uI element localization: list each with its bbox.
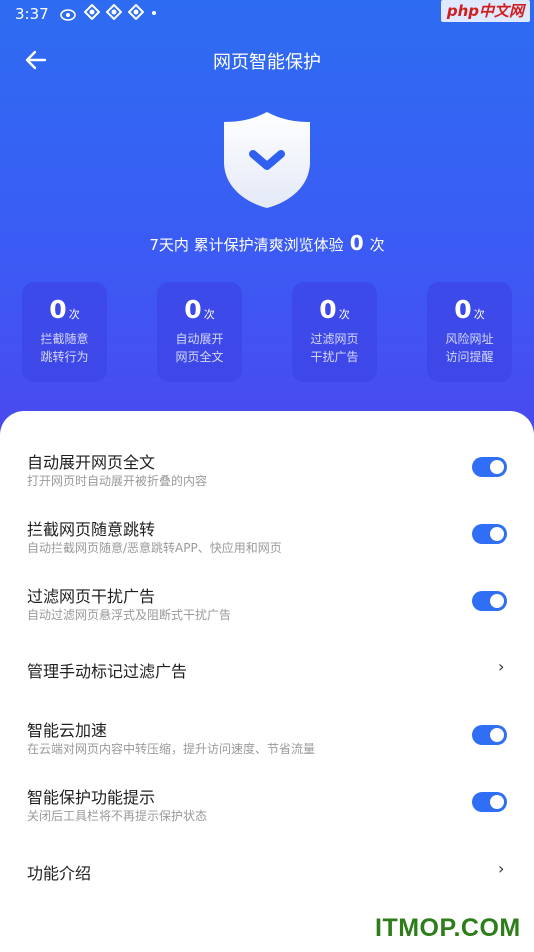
page-title: 网页智能保护 bbox=[213, 52, 321, 73]
status-time: 3:37 bbox=[15, 5, 49, 23]
app-icon bbox=[106, 4, 122, 20]
chevron-right-icon: › bbox=[498, 657, 505, 676]
setting-subtitle: 自动拦截网页随意/恶意跳转APP、快应用和网页 bbox=[27, 541, 282, 555]
stat-label: 过滤网页 bbox=[310, 332, 359, 346]
watermark-site: ITMOP.COM bbox=[375, 914, 521, 942]
stats-cards: 0次 拦截随意 跳转行为 0次 自动展开 网页全文 0次 过滤网页 干扰广告 0次 风… bbox=[22, 282, 512, 382]
protection-hint-toggle[interactable] bbox=[472, 792, 507, 812]
setting-title: 功能介绍 bbox=[27, 864, 92, 883]
setting-subtitle: 打开网页时自动展开被折叠的内容 bbox=[27, 474, 208, 488]
setting-subtitle: 在云端对网页内容中转压缩，提升访问速度、节省流量 bbox=[27, 742, 316, 756]
setting-protection-hint[interactable]: 智能保护功能提示 关闭后工具栏将不再提示保护状态 bbox=[0, 775, 534, 835]
cloud-acceleration-toggle[interactable] bbox=[472, 725, 507, 745]
stat-label: 自动展开 bbox=[175, 332, 224, 346]
app-icon bbox=[84, 4, 100, 20]
setting-manage-marked-ads[interactable]: 管理手动标记过滤广告 › bbox=[0, 638, 534, 698]
setting-title: 智能云加速 bbox=[27, 721, 108, 740]
dot-icon bbox=[152, 11, 156, 15]
setting-title: 智能保护功能提示 bbox=[27, 788, 156, 807]
stat-label: 访问提醒 bbox=[445, 350, 494, 364]
stat-value: 0 bbox=[184, 295, 202, 324]
setting-title: 管理手动标记过滤广告 bbox=[27, 662, 188, 681]
toggle-knob bbox=[490, 728, 504, 742]
setting-title: 过滤网页干扰广告 bbox=[27, 587, 156, 606]
block-redirect-toggle[interactable] bbox=[472, 524, 507, 544]
watermark-logo: php中文网 bbox=[440, 0, 530, 22]
stat-value: 0 bbox=[49, 295, 67, 324]
setting-cloud-acceleration[interactable]: 智能云加速 在云端对网页内容中转压缩，提升访问速度、节省流量 bbox=[0, 708, 534, 768]
stat-label: 干扰广告 bbox=[310, 350, 359, 364]
setting-feature-intro[interactable]: 功能介绍 › bbox=[0, 840, 534, 900]
stat-card-risk-url: 0次 风险网址访问提醒 bbox=[427, 282, 512, 382]
filter-ads-toggle[interactable] bbox=[472, 591, 507, 611]
weibo-icon bbox=[60, 9, 76, 21]
app-icon bbox=[128, 4, 144, 20]
stat-value: 0 bbox=[454, 295, 472, 324]
stat-unit: 次 bbox=[203, 308, 215, 321]
toggle-knob bbox=[490, 527, 504, 541]
chevron-right-icon: › bbox=[498, 859, 505, 878]
stat-unit: 次 bbox=[68, 308, 80, 321]
stat-value: 0 bbox=[319, 295, 337, 324]
stat-label: 跳转行为 bbox=[40, 350, 89, 364]
setting-title: 自动展开网页全文 bbox=[27, 453, 156, 472]
toggle-knob bbox=[490, 594, 504, 608]
summary-suffix: 次 bbox=[369, 236, 385, 254]
setting-subtitle: 自动过滤网页悬浮式及阻断式干扰广告 bbox=[27, 608, 232, 622]
shield-check-icon bbox=[224, 112, 310, 208]
stat-label: 拦截随意 bbox=[40, 332, 89, 346]
stat-card-filter-ads: 0次 过滤网页干扰广告 bbox=[292, 282, 377, 382]
auto-expand-toggle[interactable] bbox=[472, 457, 507, 477]
setting-block-redirect[interactable]: 拦截网页随意跳转 自动拦截网页随意/恶意跳转APP、快应用和网页 bbox=[0, 507, 534, 567]
stat-label: 风险网址 bbox=[445, 332, 494, 346]
status-icons bbox=[60, 4, 158, 22]
setting-subtitle: 关闭后工具栏将不再提示保护状态 bbox=[27, 809, 208, 823]
toggle-knob bbox=[490, 795, 504, 809]
summary-prefix: 7天内 累计保护清爽浏览体验 bbox=[149, 236, 344, 254]
protection-summary: 7天内 累计保护清爽浏览体验 0 次 bbox=[0, 231, 534, 255]
toggle-knob bbox=[490, 460, 504, 474]
stat-card-block-redirect: 0次 拦截随意跳转行为 bbox=[22, 282, 107, 382]
stat-unit: 次 bbox=[338, 308, 350, 321]
setting-title: 拦截网页随意跳转 bbox=[27, 520, 156, 539]
summary-count: 0 bbox=[349, 231, 364, 255]
stat-label: 网页全文 bbox=[175, 350, 224, 364]
stat-card-expand-full: 0次 自动展开网页全文 bbox=[157, 282, 242, 382]
setting-filter-ads[interactable]: 过滤网页干扰广告 自动过滤网页悬浮式及阻断式干扰广告 bbox=[0, 574, 534, 634]
stat-unit: 次 bbox=[473, 308, 485, 321]
status-bar: 3:37 php中文网 bbox=[0, 0, 534, 30]
setting-auto-expand[interactable]: 自动展开网页全文 打开网页时自动展开被折叠的内容 bbox=[0, 440, 534, 500]
